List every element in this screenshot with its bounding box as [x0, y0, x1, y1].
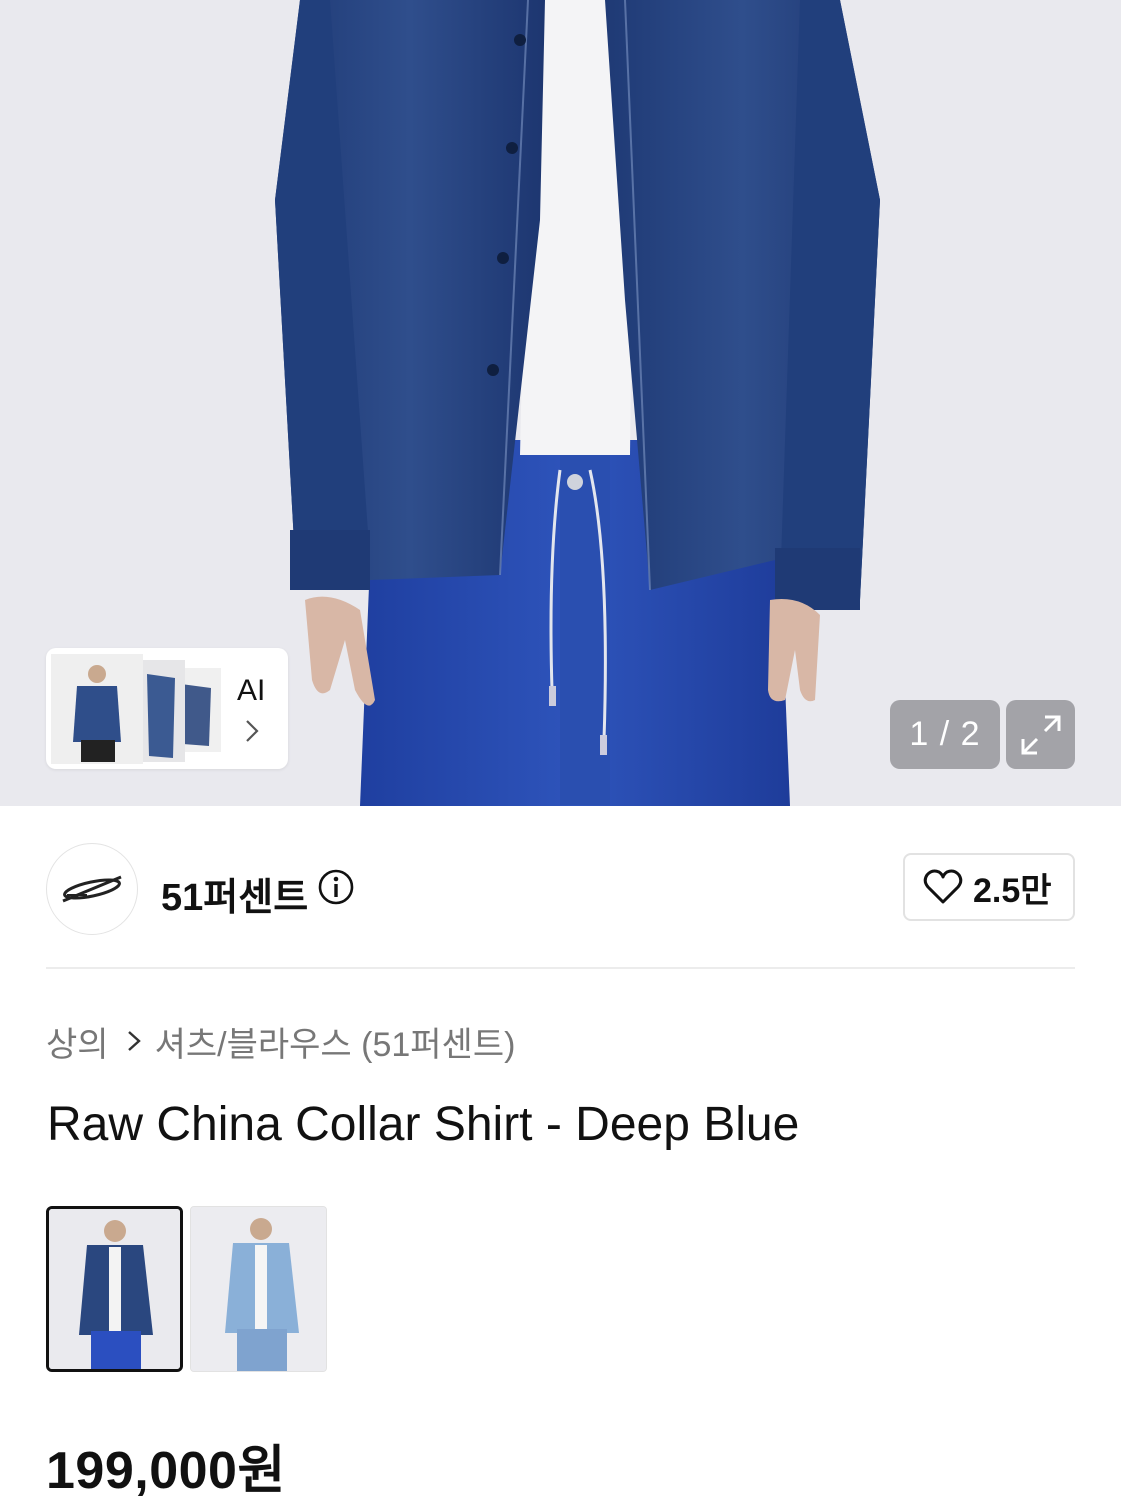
product-title: Raw China Collar Shirt - Deep Blue — [47, 1098, 800, 1151]
breadcrumb: 상의 셔츠/블라우스 (51퍼센트) — [46, 1018, 515, 1064]
like-count: 2.5만 — [973, 871, 1052, 910]
swatch-image — [49, 1209, 180, 1369]
brand-name[interactable]: 51퍼센트 — [161, 866, 308, 921]
section-divider — [46, 967, 1075, 969]
chevron-right-icon — [127, 1029, 141, 1053]
brand-logo-icon — [62, 875, 122, 903]
ai-label: AI — [237, 674, 266, 707]
ai-recommendation-card[interactable]: AI — [46, 648, 288, 769]
heart-icon — [923, 869, 963, 904]
expand-icon — [1021, 715, 1060, 754]
color-swatch-light-blue[interactable] — [190, 1206, 327, 1372]
expand-button[interactable] — [1006, 700, 1075, 769]
like-button[interactable]: 2.5만 — [903, 853, 1075, 921]
breadcrumb-parent[interactable]: 상의 — [46, 1017, 109, 1066]
breadcrumb-child[interactable]: 셔츠/블라우스 (51퍼센트) — [155, 1017, 516, 1066]
ai-thumbnails — [51, 654, 221, 764]
brand-logo[interactable] — [46, 843, 138, 935]
chevron-right-icon — [246, 720, 259, 742]
info-icon[interactable] — [317, 868, 355, 906]
product-price: 199,000원 — [46, 1442, 286, 1500]
product-main-image[interactable]: AI 1 / 2 — [0, 0, 1121, 806]
swatch-image — [191, 1207, 326, 1371]
color-swatch-deep-blue[interactable] — [46, 1206, 183, 1372]
image-counter: 1 / 2 — [890, 700, 1000, 769]
